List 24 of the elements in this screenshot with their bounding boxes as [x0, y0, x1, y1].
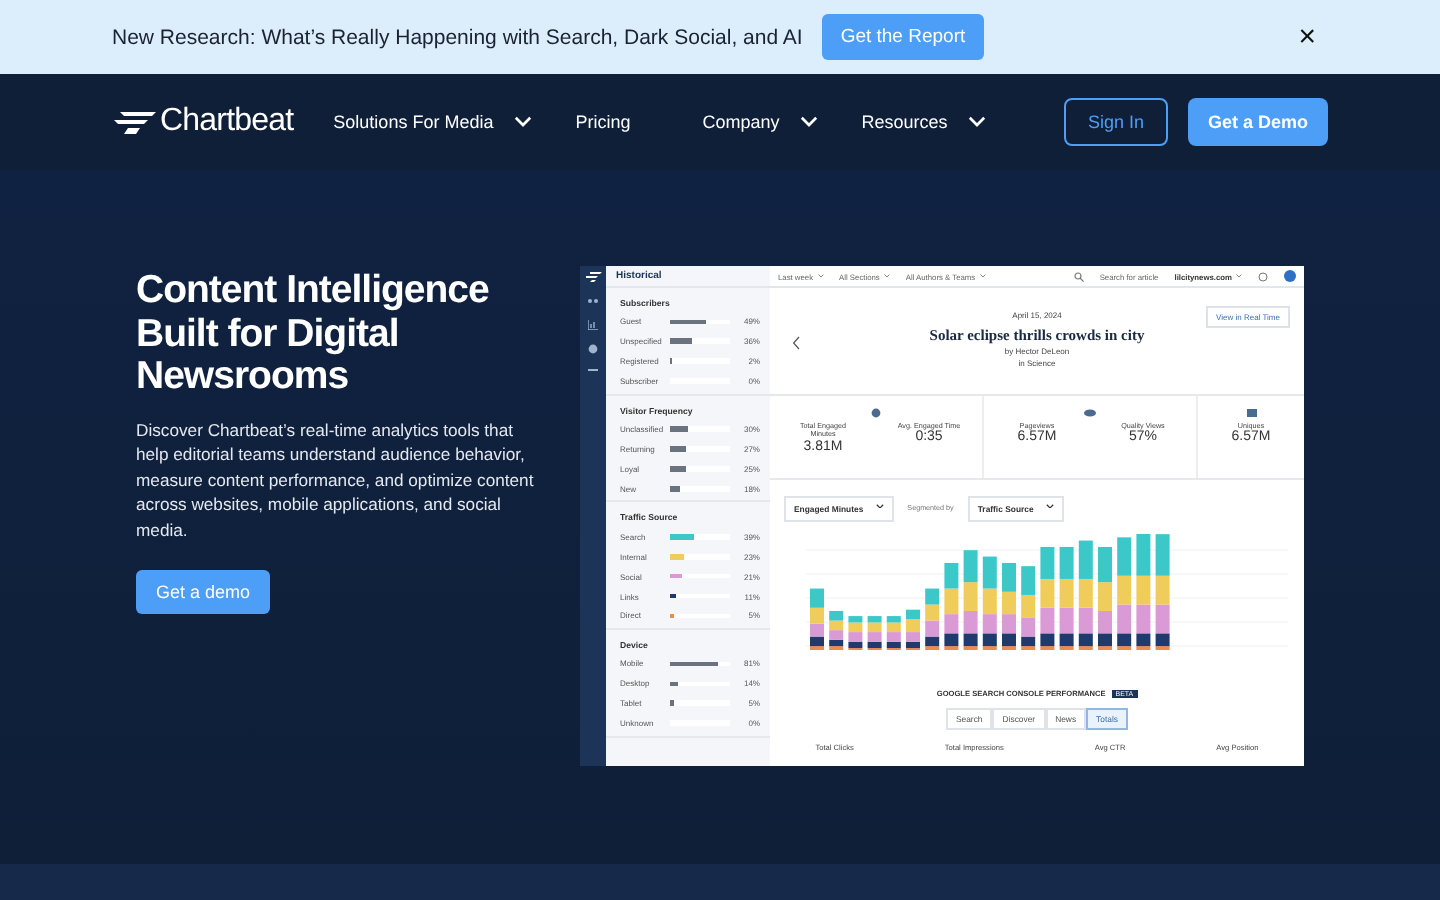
caret-icon [875, 504, 884, 509]
person-icon [1245, 408, 1257, 418]
search-icon [1073, 271, 1084, 281]
nav-link[interactable]: Pricing [575, 112, 631, 132]
hero-title: Content Intelligence Built for Digital Newsrooms [136, 270, 491, 399]
chart-icon [588, 320, 598, 330]
user-avatar-icon[interactable] [1284, 270, 1296, 282]
clock-icon [870, 408, 882, 418]
nav-link[interactable]: Resources [861, 112, 986, 132]
nav-link[interactable]: Company [702, 112, 818, 132]
globe-icon [588, 344, 598, 354]
logo-icon [585, 272, 601, 282]
sign-in-button[interactable]: Sign In [1063, 98, 1168, 146]
help-icon[interactable] [1258, 271, 1268, 281]
minus-icon [588, 368, 598, 372]
logo-icon [112, 110, 156, 134]
logo-text: Chartbeat [160, 104, 294, 140]
nav-link[interactable]: Solutions For Media [333, 112, 532, 132]
banner-text: New Research: What’s Really Happening with Search, Dark Social, and AI [112, 25, 803, 49]
eye-icon [1084, 408, 1096, 418]
caret-icon [1045, 504, 1054, 509]
close-button[interactable]: × [1286, 20, 1328, 54]
hero-description: Discover Chartbeat’s real-time analytics tools that help editorial teams understand audience behavior, measure content performance, and optimize content across websites, mobile applications, and social media. [136, 417, 536, 543]
nodes-icon [588, 296, 598, 306]
